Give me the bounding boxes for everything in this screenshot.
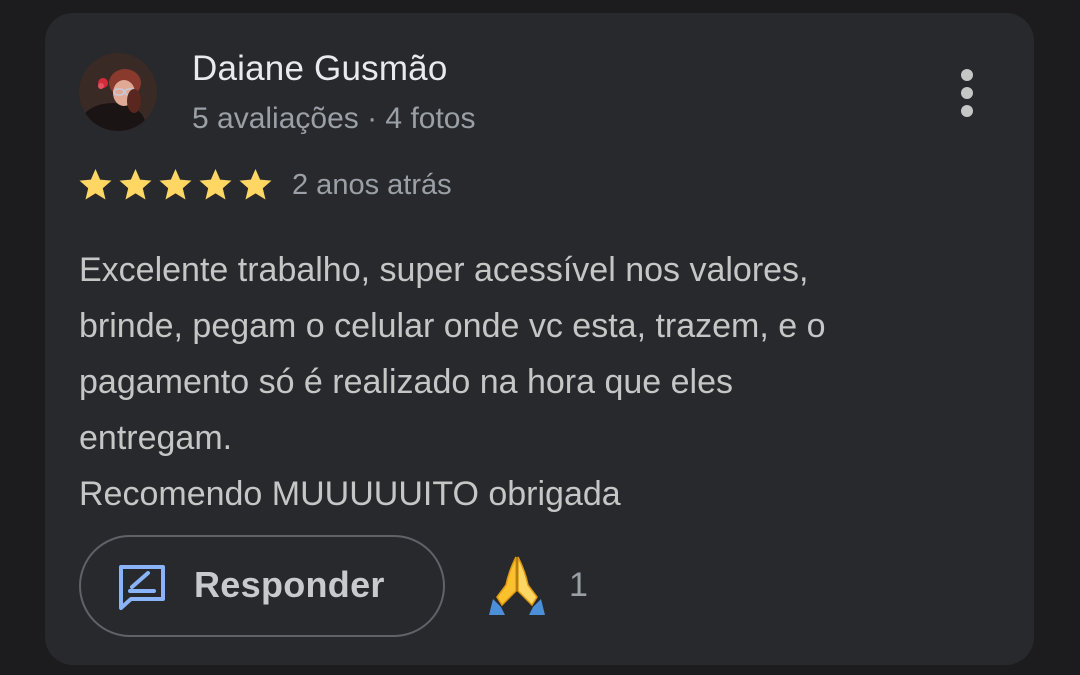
review-text-line: Recomendo MUUUUUITO obrigada [79,475,621,513]
more-vert-icon[interactable] [950,65,984,121]
author-stats: 5 avaliações · 4 fotos [192,102,476,135]
star-rating [77,167,274,205]
star-icon [157,167,194,205]
author-name[interactable]: Daiane Gusmão [192,49,448,89]
avatar[interactable] [79,53,157,131]
review-text-line: brinde, pegam o celular onde vc esta, tr… [79,307,826,345]
review-date: 2 anos atrás [292,169,452,201]
review-card: Daiane Gusmão 5 avaliações · 4 fotos 2 a… [45,13,1034,665]
review-text-line: pagamento só é realizado na hora que ele… [79,363,734,401]
star-icon [117,167,154,205]
review-text-line: Excelente trabalho, super acessível nos … [79,251,809,289]
star-icon [237,167,274,205]
reaction-count: 1 [569,566,588,604]
review-text-line: entregam. [79,419,233,457]
star-icon [77,167,114,205]
reply-button[interactable]: Responder [79,535,445,637]
review-text: Excelente trabalho, super acessível nos … [79,242,979,522]
star-icon [197,167,234,205]
folded-hands-emoji[interactable] [487,553,547,619]
reply-button-label: Responder [194,564,385,605]
avatar-photo [79,53,157,131]
rate-review-icon [117,563,167,616]
